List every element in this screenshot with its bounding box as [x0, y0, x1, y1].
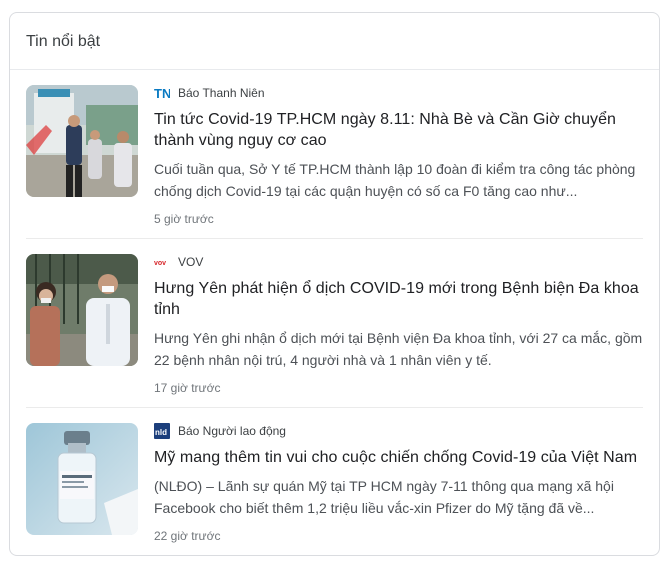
svg-text:nld: nld — [155, 428, 167, 437]
article-snippet: (NLĐO) – Lãnh sự quán Mỹ tại TP HCM ngày… — [154, 478, 614, 516]
article-headline[interactable]: Tin tức Covid-19 TP.HCM ngày 8.11: Nhà B… — [154, 109, 646, 151]
article-thumbnail[interactable] — [26, 85, 138, 197]
svg-text:TN: TN — [154, 86, 170, 101]
article-source: vov VOV — [154, 254, 646, 270]
source-name: Báo Thanh Niên — [178, 86, 265, 100]
officials-street-photo — [26, 85, 138, 197]
news-item[interactable]: nld Báo Người lao động Mỹ mang thêm tin … — [26, 423, 646, 555]
nld-logo-icon: nld — [154, 423, 170, 439]
news-item[interactable]: TN Báo Thanh Niên Tin tức Covid-19 TP.HC… — [26, 85, 646, 235]
article-headline[interactable]: Mỹ mang thêm tin vui cho cuộc chiến chốn… — [154, 447, 646, 468]
source-name: VOV — [178, 255, 204, 269]
article-timestamp: 5 giờ trước — [154, 212, 214, 226]
news-item[interactable]: vov VOV Hưng Yên phát hiện ổ dịch COVID-… — [26, 254, 646, 404]
article-thumbnail[interactable] — [26, 254, 138, 366]
article-timestamp: 17 giờ trước — [154, 381, 221, 395]
divider — [26, 407, 643, 408]
thanh-nien-logo-icon: TN — [154, 85, 170, 101]
article-source: TN Báo Thanh Niên — [154, 85, 646, 101]
svg-text:vov: vov — [154, 260, 166, 267]
article-headline[interactable]: Hưng Yên phát hiện ổ dịch COVID-19 mới t… — [154, 278, 646, 320]
article-snippet: Cuối tuần qua, Sở Y tế TP.HCM thành lập … — [154, 161, 636, 199]
article-timestamp: 22 giờ trước — [154, 529, 221, 543]
source-name: Báo Người lao động — [178, 424, 286, 438]
vov-logo-icon: vov — [154, 254, 170, 270]
article-thumbnail[interactable] — [26, 423, 138, 535]
hospital-officials-photo — [26, 254, 138, 366]
panel-title: Tin nổi bật — [26, 33, 101, 50]
top-stories-panel: Tin nổi bật TN Báo Thanh Niên Tin tức Co… — [9, 12, 660, 556]
panel-header: Tin nổi bật — [10, 13, 659, 70]
article-source: nld Báo Người lao động — [154, 423, 646, 439]
article-snippet: Hưng Yên ghi nhận ổ dịch mới tại Bệnh vi… — [154, 330, 643, 368]
vaccine-vial-photo — [26, 423, 138, 535]
divider — [26, 238, 643, 239]
